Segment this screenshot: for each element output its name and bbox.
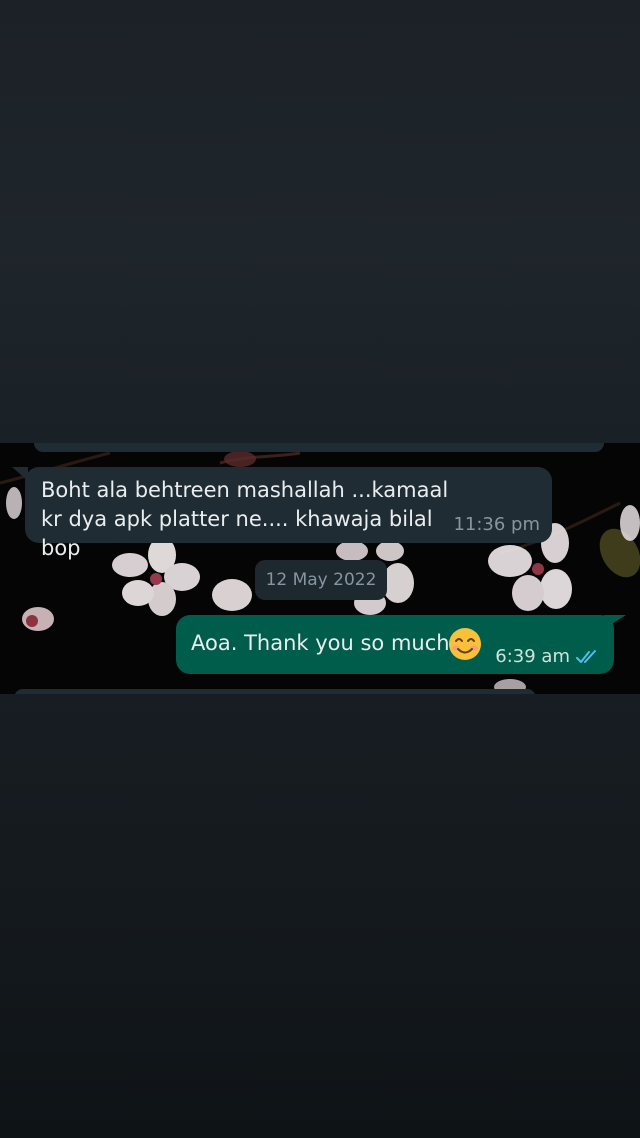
- incoming-message-bubble[interactable]: Boht ala behtreen mashallah ...kamaal kr…: [25, 467, 552, 560]
- outgoing-message-text: Aoa. Thank you so much: [191, 631, 450, 655]
- incoming-message-time: 11:36 pm: [453, 514, 540, 535]
- blurred-top-background: [0, 0, 640, 443]
- chat-screenshot: Boht ala behtreen mashallah ...kamaal kr…: [0, 443, 640, 694]
- outgoing-message-bubble[interactable]: Aoa. Thank you so much 6:39 am: [176, 615, 614, 674]
- blossom-small-left: [212, 579, 252, 611]
- screenshot-frame: Boht ala behtreen mashallah ...kamaal kr…: [0, 0, 640, 1138]
- blurred-bottom-background: [0, 694, 640, 1138]
- smiling-face-emoji-icon: [449, 628, 481, 660]
- double-check-read-icon: [576, 649, 596, 663]
- outgoing-message-meta: 6:39 am: [495, 646, 600, 667]
- date-separator: 12 May 2022: [255, 560, 387, 600]
- incoming-message-text: Boht ala behtreen mashallah ...kamaal kr…: [41, 478, 449, 560]
- outgoing-message-time: 6:39 am: [495, 646, 570, 667]
- previous-message-bubble-edge: [34, 443, 604, 452]
